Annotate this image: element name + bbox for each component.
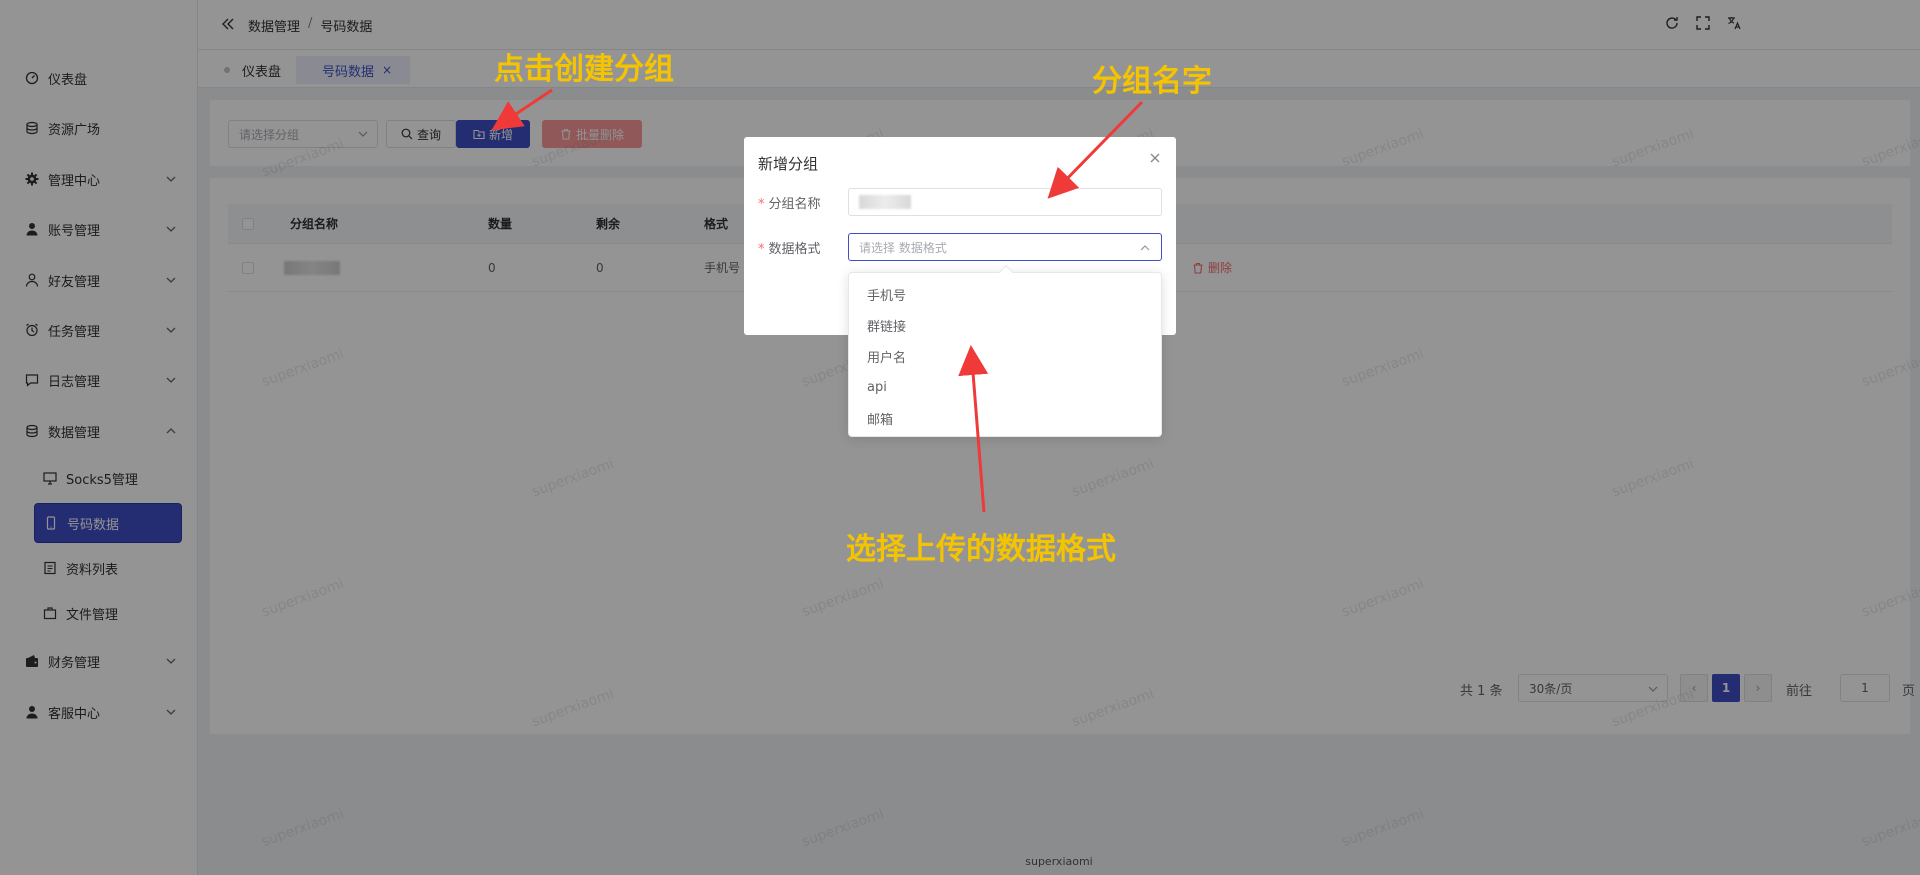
data-format-dropdown: 手机号 群链接 用户名 api 邮箱 <box>848 264 1162 437</box>
annotation-select-format: 选择上传的数据格式 <box>846 532 1116 567</box>
dropdown-option-phone[interactable]: 手机号 <box>849 279 1161 310</box>
group-name-label-text: 分组名称 <box>768 197 821 212</box>
dropdown-option-group-link[interactable]: 群链接 <box>849 310 1161 341</box>
close-icon[interactable] <box>1148 151 1162 165</box>
group-name-label: * 分组名称 <box>758 193 821 212</box>
required-mark: * <box>758 242 765 257</box>
group-name-input[interactable] <box>848 188 1162 216</box>
required-mark: * <box>758 197 765 212</box>
data-format-label-text: 数据格式 <box>768 242 821 257</box>
dropdown-option-username[interactable]: 用户名 <box>849 341 1161 372</box>
data-format-placeholder: 请选择 数据格式 <box>859 240 947 255</box>
annotation-group-name: 分组名字 <box>1092 64 1212 99</box>
data-format-select[interactable]: 请选择 数据格式 <box>848 233 1162 261</box>
dropdown-option-email[interactable]: 邮箱 <box>849 403 1161 434</box>
dialog-title: 新增分组 <box>758 155 819 173</box>
dropdown-option-api[interactable]: api <box>849 372 1161 403</box>
annotation-click-create: 点击创建分组 <box>494 52 674 87</box>
redacted-group-name-value <box>859 195 911 209</box>
modal-overlay[interactable] <box>0 0 1920 875</box>
chevron-up-icon <box>1140 245 1150 251</box>
data-format-label: * 数据格式 <box>758 238 821 257</box>
